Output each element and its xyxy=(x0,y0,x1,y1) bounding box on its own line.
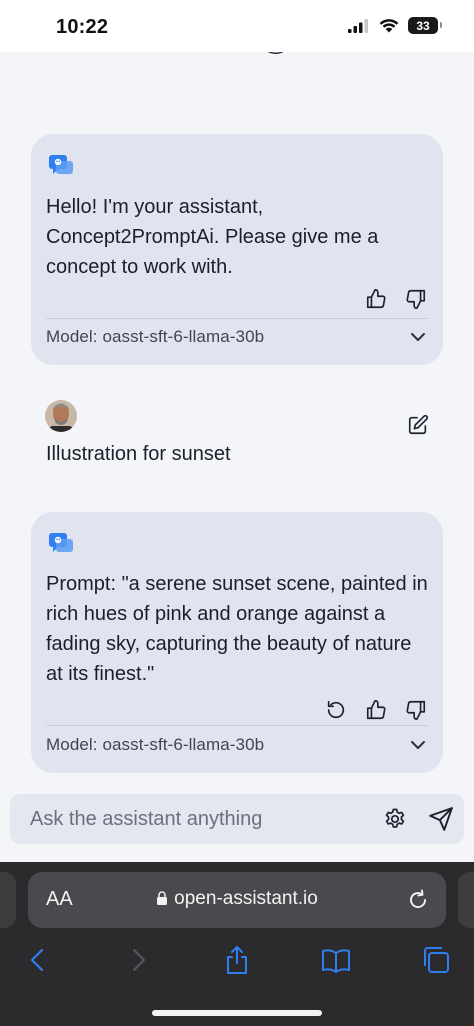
thumbs-down-icon[interactable] xyxy=(405,288,427,310)
share-icon[interactable] xyxy=(221,944,253,976)
thumbs-up-icon[interactable] xyxy=(365,288,387,310)
chat-input-bar xyxy=(10,794,464,844)
message-text: Prompt: "a serene sunset scene, painted … xyxy=(46,573,428,685)
scrolled-off-text: ― – ‿ xyxy=(46,52,386,64)
divider xyxy=(46,318,428,319)
browser-toolbar xyxy=(0,944,474,984)
bookmarks-icon[interactable] xyxy=(320,944,352,976)
status-time: 10:22 xyxy=(56,16,109,38)
bot-icon xyxy=(49,155,73,174)
gear-icon[interactable] xyxy=(383,807,407,831)
thumbs-up-icon[interactable] xyxy=(365,699,387,721)
tabs-icon[interactable] xyxy=(420,944,452,976)
next-tab-preview[interactable] xyxy=(458,872,474,928)
send-icon[interactable] xyxy=(428,806,454,832)
status-bar: 10:22 33 xyxy=(0,0,474,52)
thumbs-down-icon[interactable] xyxy=(405,699,427,721)
back-icon[interactable] xyxy=(22,944,54,976)
bot-icon xyxy=(49,533,73,552)
lock-icon xyxy=(157,891,168,905)
retry-icon[interactable] xyxy=(325,699,347,721)
address-bar[interactable]: AA open-assistant.io xyxy=(28,872,446,928)
cellular-signal-icon xyxy=(348,18,368,33)
wifi-icon xyxy=(379,19,399,33)
battery-indicator: 33 xyxy=(408,17,442,34)
message-text: Hello! I'm your assistant, Concept2Promp… xyxy=(46,196,379,278)
url-text: open-assistant.io xyxy=(174,888,318,909)
url-display[interactable]: open-assistant.io xyxy=(28,888,446,910)
model-selector[interactable]: Model: oasst-sft-6-llama-30b xyxy=(46,326,428,348)
status-icons: 33 xyxy=(348,17,442,34)
assistant-message: Hello! I'm your assistant, Concept2Promp… xyxy=(31,134,443,365)
chat-input[interactable] xyxy=(30,794,370,844)
edit-icon[interactable] xyxy=(407,414,429,436)
model-label: Model: oasst-sft-6-llama-30b xyxy=(46,735,265,754)
assistant-message: Prompt: "a serene sunset scene, painted … xyxy=(31,512,443,773)
message-actions xyxy=(325,699,427,721)
user-message-text: Illustration for sunset xyxy=(46,443,231,465)
avatar xyxy=(45,400,77,432)
chevron-down-icon[interactable] xyxy=(408,735,428,755)
home-indicator xyxy=(152,1010,322,1016)
divider xyxy=(46,725,428,726)
message-actions xyxy=(365,288,427,310)
reload-icon[interactable] xyxy=(406,888,430,912)
model-selector[interactable]: Model: oasst-sft-6-llama-30b xyxy=(46,734,428,756)
browser-chrome: AA open-assistant.io xyxy=(0,862,474,1026)
previous-tab-preview[interactable] xyxy=(0,872,16,928)
chevron-down-icon[interactable] xyxy=(408,327,428,347)
model-label: Model: oasst-sft-6-llama-30b xyxy=(46,327,265,346)
forward-icon[interactable] xyxy=(122,944,154,976)
chat-area: ― – ‿ Hello! I'm your assistant, Concept… xyxy=(0,52,474,862)
